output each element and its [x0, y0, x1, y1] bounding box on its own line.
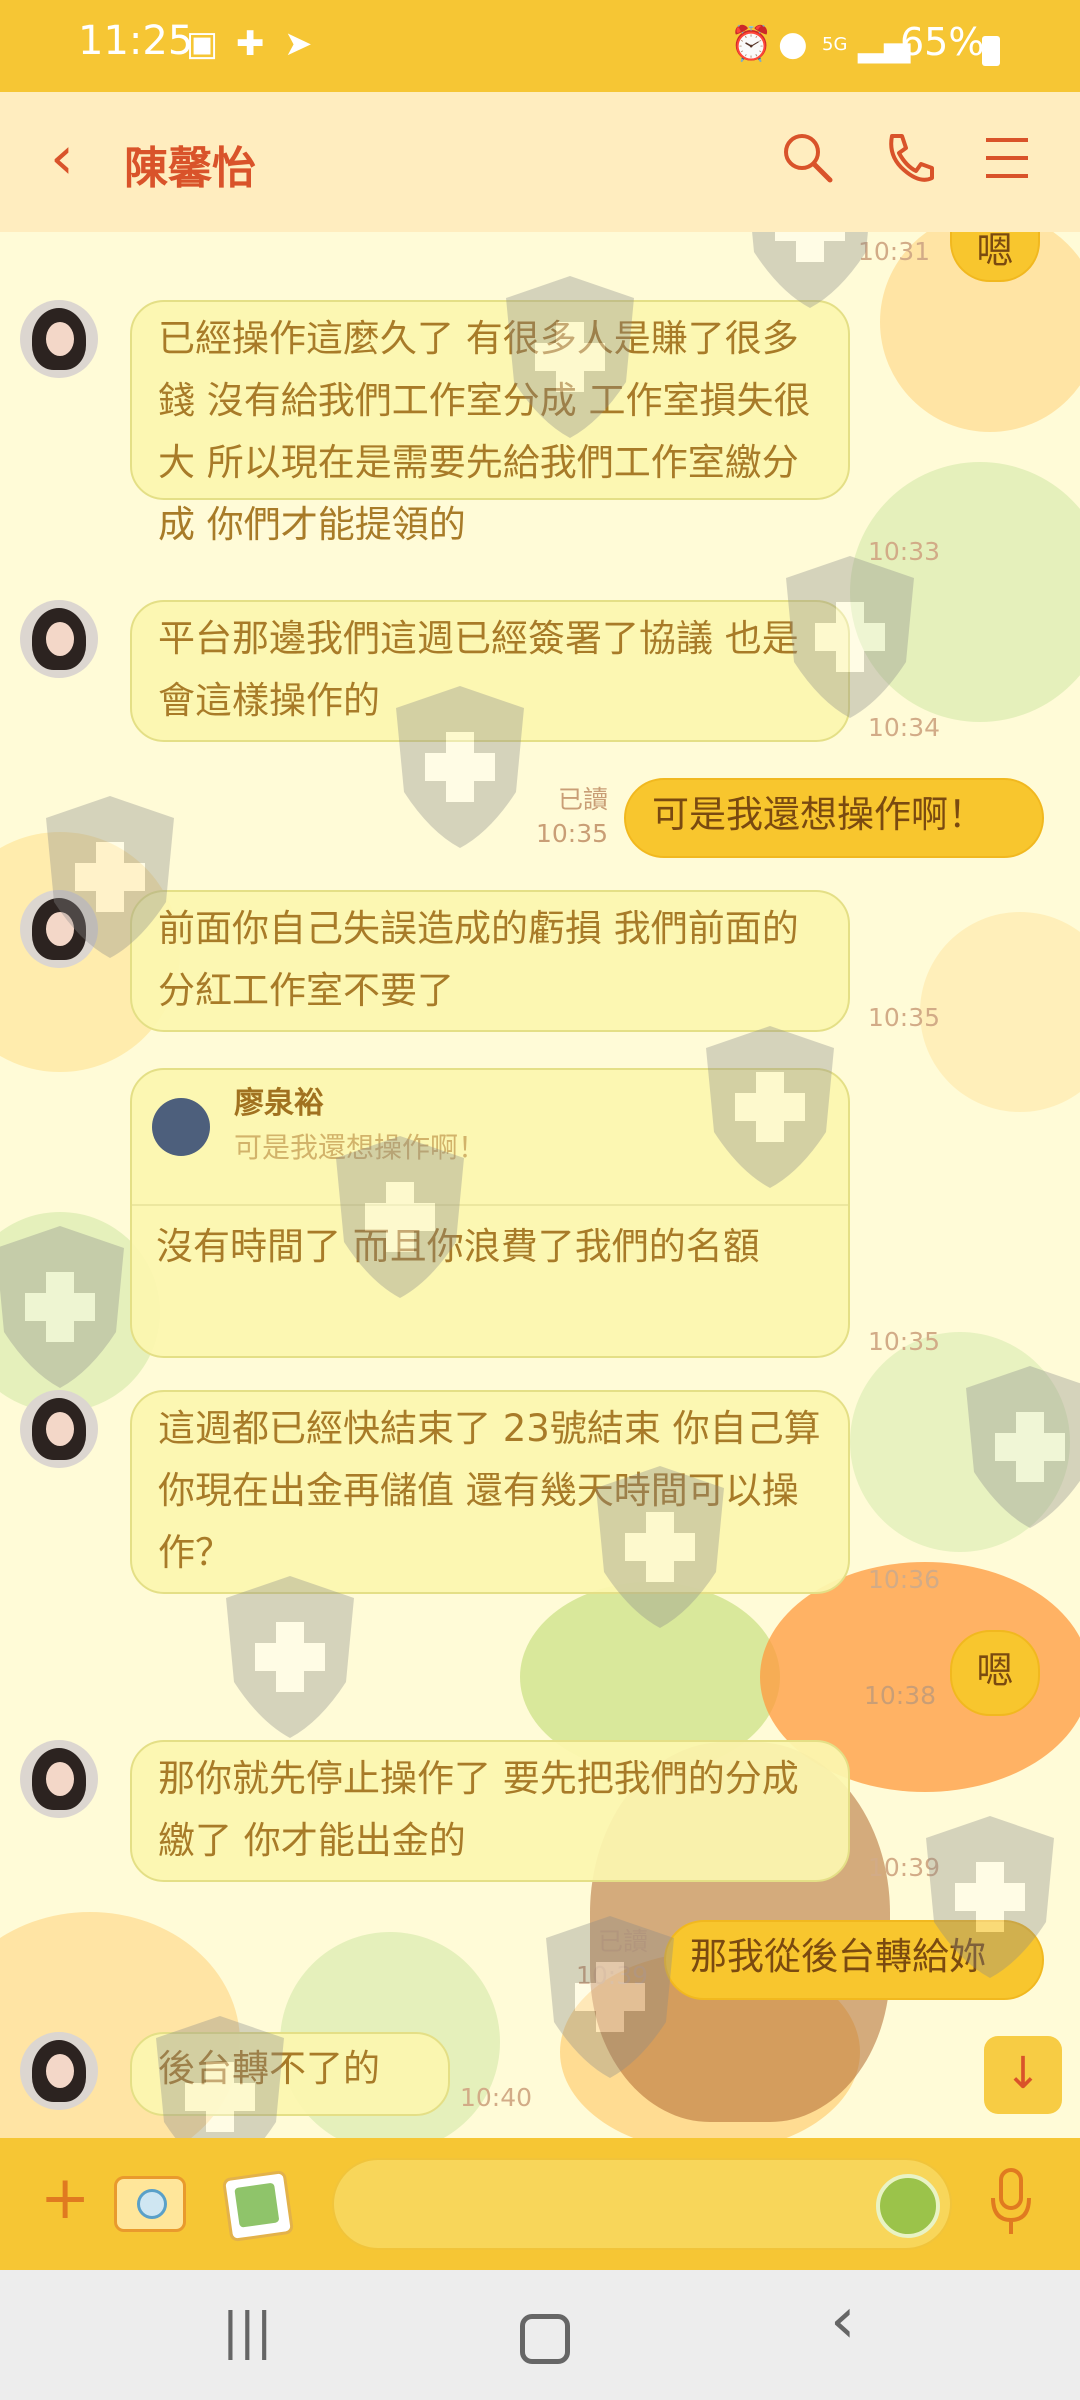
battery-icon [982, 36, 1000, 66]
incoming-message-bubble[interactable]: 那你就先停止操作了 要先把我們的分成繳了 你才能出金的 [130, 1740, 850, 1882]
timestamp: 10:35 [535, 819, 608, 848]
shield-watermark-icon [46, 796, 174, 958]
message-input[interactable] [332, 2158, 952, 2250]
message-text: 前面你自己失誤造成的虧損 我們前面的分紅工作室不要了 [158, 907, 799, 1012]
timestamp: 10:35 [867, 1003, 940, 1032]
phone-icon[interactable] [880, 130, 936, 186]
sticker-icon[interactable] [876, 2174, 940, 2238]
camera-icon[interactable] [114, 2176, 186, 2232]
chat-header: ‹ 陳馨怡 [0, 92, 1080, 232]
menu-icon[interactable] [984, 136, 1030, 180]
shield-watermark-icon [396, 686, 524, 848]
location-icon: ● [778, 24, 808, 64]
incoming-message-bubble[interactable]: 前面你自己失誤造成的虧損 我們前面的分紅工作室不要了 [130, 890, 850, 1032]
medical-cross-icon: ✚ [236, 24, 265, 64]
message-text: 嗯 [976, 1649, 1014, 1692]
message-text: 那你就先停止操作了 要先把我們的分成繳了 你才能出金的 [158, 1757, 799, 1862]
contact-avatar[interactable] [20, 1390, 98, 1468]
contact-avatar[interactable] [20, 600, 98, 678]
shield-watermark-icon [596, 1466, 724, 1628]
message-text: 嗯 [976, 232, 1014, 272]
read-receipt: 已讀 [557, 785, 608, 814]
message-icon: ▣ [186, 24, 219, 64]
search-icon[interactable] [780, 130, 836, 186]
rocket-icon: ➤ [284, 24, 313, 64]
shield-watermark-icon [966, 1366, 1080, 1528]
contact-avatar[interactable] [20, 2032, 98, 2110]
shield-watermark-icon [506, 276, 634, 438]
scroll-to-bottom-button[interactable]: ↓ [984, 2036, 1062, 2114]
contact-avatar[interactable] [20, 300, 98, 378]
shield-watermark-icon [336, 1136, 464, 1298]
incoming-message-bubble[interactable]: 已經操作這麼久了 有很多人是賺了很多錢 沒有給我們工作室分成 工作室損失很大 所… [130, 300, 850, 546]
arrow-down-icon: ↓ [1004, 2048, 1042, 2099]
timestamp: 10:38 [863, 1681, 936, 1710]
gallery-icon[interactable] [221, 2169, 295, 2243]
reply-avatar [152, 1098, 210, 1156]
system-navigation-bar: ||| ‹ [0, 2270, 1080, 2400]
status-bar: 11:25 ▣ ✚ ➤ ⏰ ● 5G ▂▄ 65% [0, 0, 1080, 92]
shield-watermark-icon [752, 232, 868, 308]
outgoing-message-bubble[interactable]: 可是我還想操作啊！ [624, 778, 1044, 858]
chat-area[interactable]: 10:31 嗯 已經操作這麼久了 有很多人是賺了很多錢 沒有給我們工作室分成 工… [0, 232, 1080, 2138]
plus-icon[interactable]: + [40, 2168, 90, 2228]
shield-watermark-icon [706, 1026, 834, 1188]
timestamp: 10:40 [460, 2083, 533, 2112]
shield-watermark-icon [926, 1816, 1054, 1978]
recent-apps-button[interactable]: ||| [222, 2306, 273, 2356]
shield-watermark-icon [546, 1916, 674, 2078]
message-input-bar: + [0, 2138, 1080, 2270]
lemon-slice-decoration [920, 912, 1080, 1112]
outgoing-message-bubble[interactable]: 嗯 [950, 1630, 1040, 1716]
shield-watermark-icon [786, 556, 914, 718]
timestamp: 10:36 [867, 1565, 940, 1594]
chat-title: 陳馨怡 [124, 143, 256, 194]
message-text: 已經操作這麼久了 有很多人是賺了很多錢 沒有給我們工作室分成 工作室損失很大 所… [158, 317, 811, 546]
back-icon[interactable]: ‹ [50, 128, 74, 188]
shield-watermark-icon [0, 1226, 124, 1388]
back-button[interactable]: ‹ [830, 2289, 856, 2353]
alarm-icon: ⏰ [730, 24, 773, 64]
battery-level: 65% [900, 20, 985, 64]
network-type: 5G [822, 34, 848, 55]
reply-sender-name: 廖泉裕 [234, 1086, 324, 1121]
incoming-message-bubble[interactable]: 這週都已經快結束了 23號結束 你自己算 你現在出金再儲值 還有幾天時間可以操作… [130, 1390, 850, 1594]
shield-watermark-icon [156, 2016, 284, 2138]
reply-divider [132, 1204, 848, 1206]
status-time: 11:25 [78, 18, 194, 64]
contact-avatar[interactable] [20, 1740, 98, 1818]
message-text: 沒有時間了 而且你浪費了我們的名額 [156, 1225, 760, 1268]
message-text: 可是我還想操作啊！ [652, 793, 985, 836]
timestamp: 10:35 [867, 1327, 940, 1356]
shield-watermark-icon [226, 1576, 354, 1738]
home-button[interactable] [520, 2314, 570, 2364]
microphone-icon[interactable] [988, 2168, 1034, 2238]
